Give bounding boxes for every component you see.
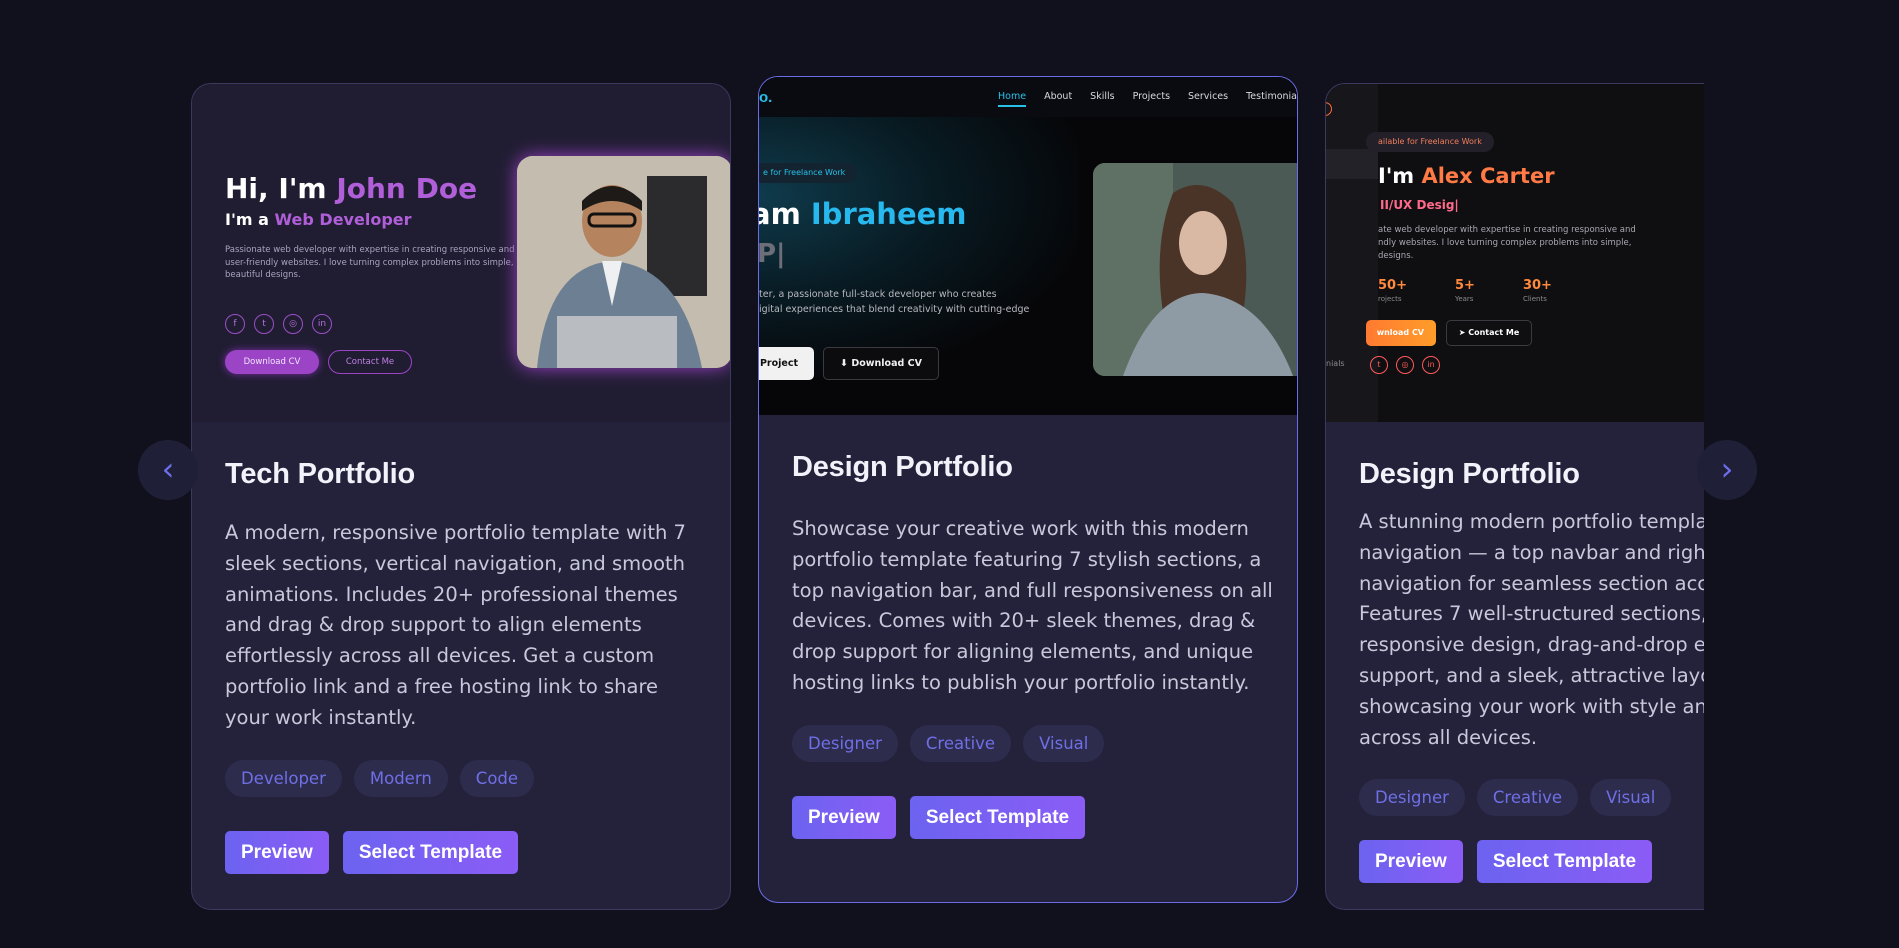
tag-list: Developer Modern Code <box>225 759 710 797</box>
thumb-nav-links: Home About Skills Projects Services Test… <box>998 91 1297 107</box>
select-template-button[interactable]: Select Template <box>1476 840 1653 884</box>
thumb-logo: o. <box>759 89 773 106</box>
linkedin-icon: in <box>312 314 332 334</box>
download-icon: ⬇ <box>840 358 852 369</box>
select-template-button[interactable]: Select Template <box>342 830 519 874</box>
preview-button[interactable]: Preview <box>1359 840 1463 884</box>
card-actions: Preview Select Template <box>225 830 710 874</box>
tag-list: Designer Creative Visual <box>792 724 1277 762</box>
thumb-bio: ter, a passionate full-stack developer w… <box>759 289 1030 315</box>
thumb-navbar: o. Home About Skills Projects Services T… <box>759 77 1297 117</box>
tag: Code <box>459 759 535 797</box>
thumb-photo <box>517 156 730 368</box>
tag: Developer <box>225 759 342 797</box>
instagram-icon: ◎ <box>283 314 303 334</box>
thumb-subheading: P| <box>759 239 786 269</box>
thumb-subheading: II/UX Desig| <box>1380 198 1459 212</box>
thumb-subheading: I'm a Web Developer <box>225 210 412 229</box>
card-title: Design Portfolio <box>792 451 1013 483</box>
thumb-stats: 50+ rojects 5+ Years 30+ Clients <box>1378 278 1552 303</box>
tag: Modern <box>353 759 448 797</box>
send-icon: ➤ <box>1458 328 1469 337</box>
linkedin-icon: in <box>1422 356 1440 374</box>
card-description: A modern, responsive portfolio template … <box>225 521 686 729</box>
carousel-viewport: Hi, I'm John Doe I'm a Web Developer Pas… <box>0 0 1704 948</box>
tag: Designer <box>1359 779 1465 817</box>
thumb-bio: ate web developer with expertise in crea… <box>1378 225 1636 261</box>
thumb-contact-button: ➤ Contact Me <box>1446 320 1532 346</box>
carousel-next-button[interactable]: › <box>1697 440 1757 500</box>
twitter-icon: t <box>254 314 274 334</box>
thumb-download-button: ⬇ Download CV <box>823 347 939 380</box>
template-card-tech: Hi, I'm John Doe I'm a Web Developer Pas… <box>191 83 731 910</box>
template-card-design-alt: nials ailable for Freelance Work I'm Ale… <box>1325 83 1704 910</box>
select-template-button[interactable]: Select Template <box>909 795 1086 839</box>
card-actions: Preview Select Template <box>792 795 1277 839</box>
thumb-heading: am Ibraheem <box>759 197 967 231</box>
card-body: Tech Portfolio A modern, responsive port… <box>225 458 710 874</box>
template-card-design: o. Home About Skills Projects Services T… <box>758 76 1298 903</box>
card-description: Showcase your creative work with this mo… <box>792 517 1273 694</box>
tag: Creative <box>1476 779 1579 817</box>
twitter-icon: t <box>1370 356 1388 374</box>
card-body: Design Portfolio A stunning modern portf… <box>1359 458 1704 884</box>
thumb-download-button: wnload CV <box>1366 320 1436 346</box>
thumb-download-button: Download CV <box>225 350 319 374</box>
preview-button[interactable]: Preview <box>792 795 896 839</box>
carousel-prev-button[interactable]: ‹ <box>138 440 198 500</box>
card-title: Design Portfolio <box>1359 458 1580 490</box>
template-carousel: Hi, I'm John Doe I'm a Web Developer Pas… <box>0 0 1899 948</box>
thumb-socials: t ◎ in <box>1370 356 1440 374</box>
preview-button[interactable]: Preview <box>225 830 329 874</box>
template-thumbnail[interactable]: o. Home About Skills Projects Services T… <box>759 77 1297 415</box>
card-actions: Preview Select Template <box>1359 840 1704 884</box>
tag: Visual <box>1023 724 1105 762</box>
tag-list: Designer Creative Visual <box>1359 779 1704 817</box>
template-thumbnail[interactable]: Hi, I'm John Doe I'm a Web Developer Pas… <box>192 84 730 422</box>
thumb-heading: I'm Alex Carter <box>1378 164 1555 188</box>
tag: Creative <box>909 724 1012 762</box>
facebook-icon: f <box>225 314 245 334</box>
card-title: Tech Portfolio <box>225 458 415 490</box>
thumb-heading: Hi, I'm John Doe <box>225 172 478 205</box>
instagram-icon: ◎ <box>1396 356 1414 374</box>
tag: Visual <box>1590 779 1672 817</box>
thumb-badge: e for Freelance Work <box>759 163 858 183</box>
card-body: Design Portfolio Showcase your creative … <box>792 451 1277 839</box>
thumb-contact-button: Contact Me <box>328 350 412 374</box>
thumb-bio: Passionate web developer with expertise … <box>225 245 515 280</box>
template-thumbnail[interactable]: nials ailable for Freelance Work I'm Ale… <box>1326 84 1704 422</box>
thumb-badge: ailable for Freelance Work <box>1366 132 1494 152</box>
thumb-photo <box>1093 163 1297 376</box>
card-description: A stunning modern portfolio templat navi… <box>1359 510 1704 749</box>
thumb-project-button: t Project <box>759 347 814 380</box>
tag: Designer <box>792 724 898 762</box>
thumb-socials: f t ◎ in <box>225 314 332 334</box>
